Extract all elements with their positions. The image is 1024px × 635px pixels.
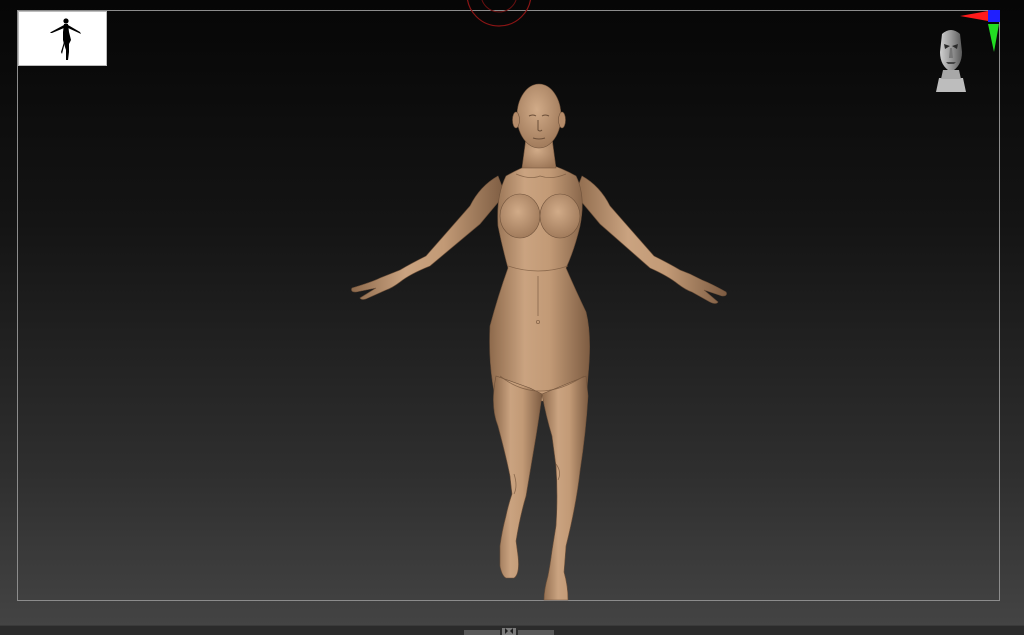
expand-arrows-icon — [505, 628, 513, 634]
tray-handle-right[interactable] — [518, 630, 554, 635]
female-silhouette-icon — [50, 18, 81, 60]
female-base-mesh-model[interactable] — [330, 76, 750, 606]
zbrush-workspace — [0, 0, 1024, 635]
xyz-axis-icon[interactable] — [958, 6, 1004, 56]
silhouette-navigator[interactable] — [18, 11, 107, 66]
tray-handle-left[interactable] — [464, 630, 500, 635]
